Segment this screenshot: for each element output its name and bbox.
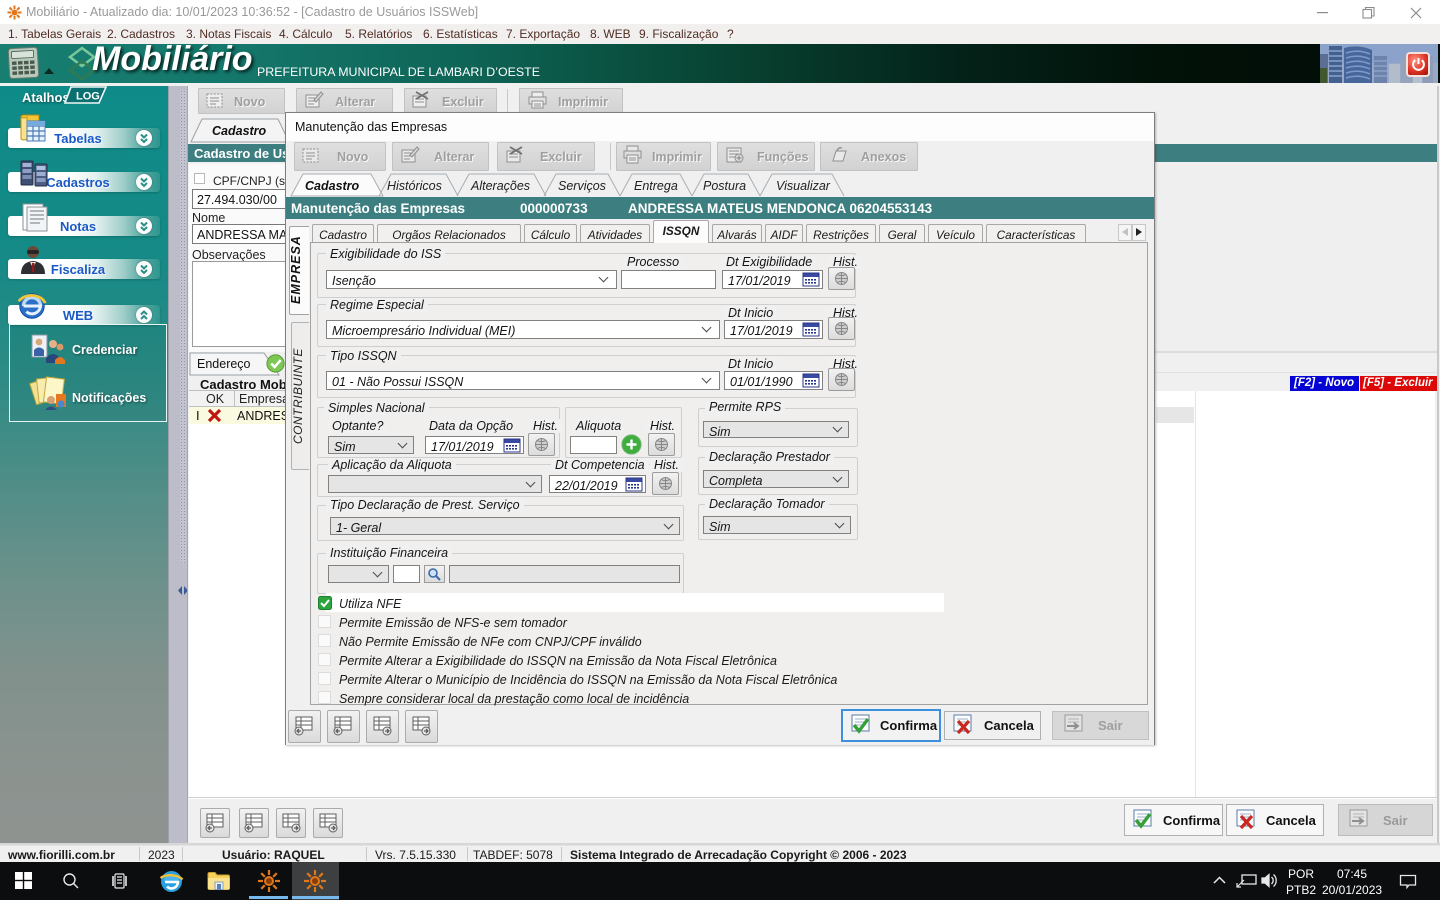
svg-text:Alterações: Alterações [470, 179, 530, 193]
svg-text:Postura: Postura [703, 179, 746, 193]
svg-text:Visualizar: Visualizar [776, 179, 831, 193]
svg-text:LOG: LOG [76, 91, 100, 103]
svg-text:Endereço: Endereço [197, 357, 251, 371]
svg-text:Entrega: Entrega [634, 179, 678, 193]
svg-text:Cadastro: Cadastro [212, 124, 267, 138]
svg-text:Cadastro: Cadastro [305, 179, 360, 193]
svg-text:Serviços: Serviços [558, 179, 606, 193]
svg-text:Históricos: Históricos [387, 179, 442, 193]
